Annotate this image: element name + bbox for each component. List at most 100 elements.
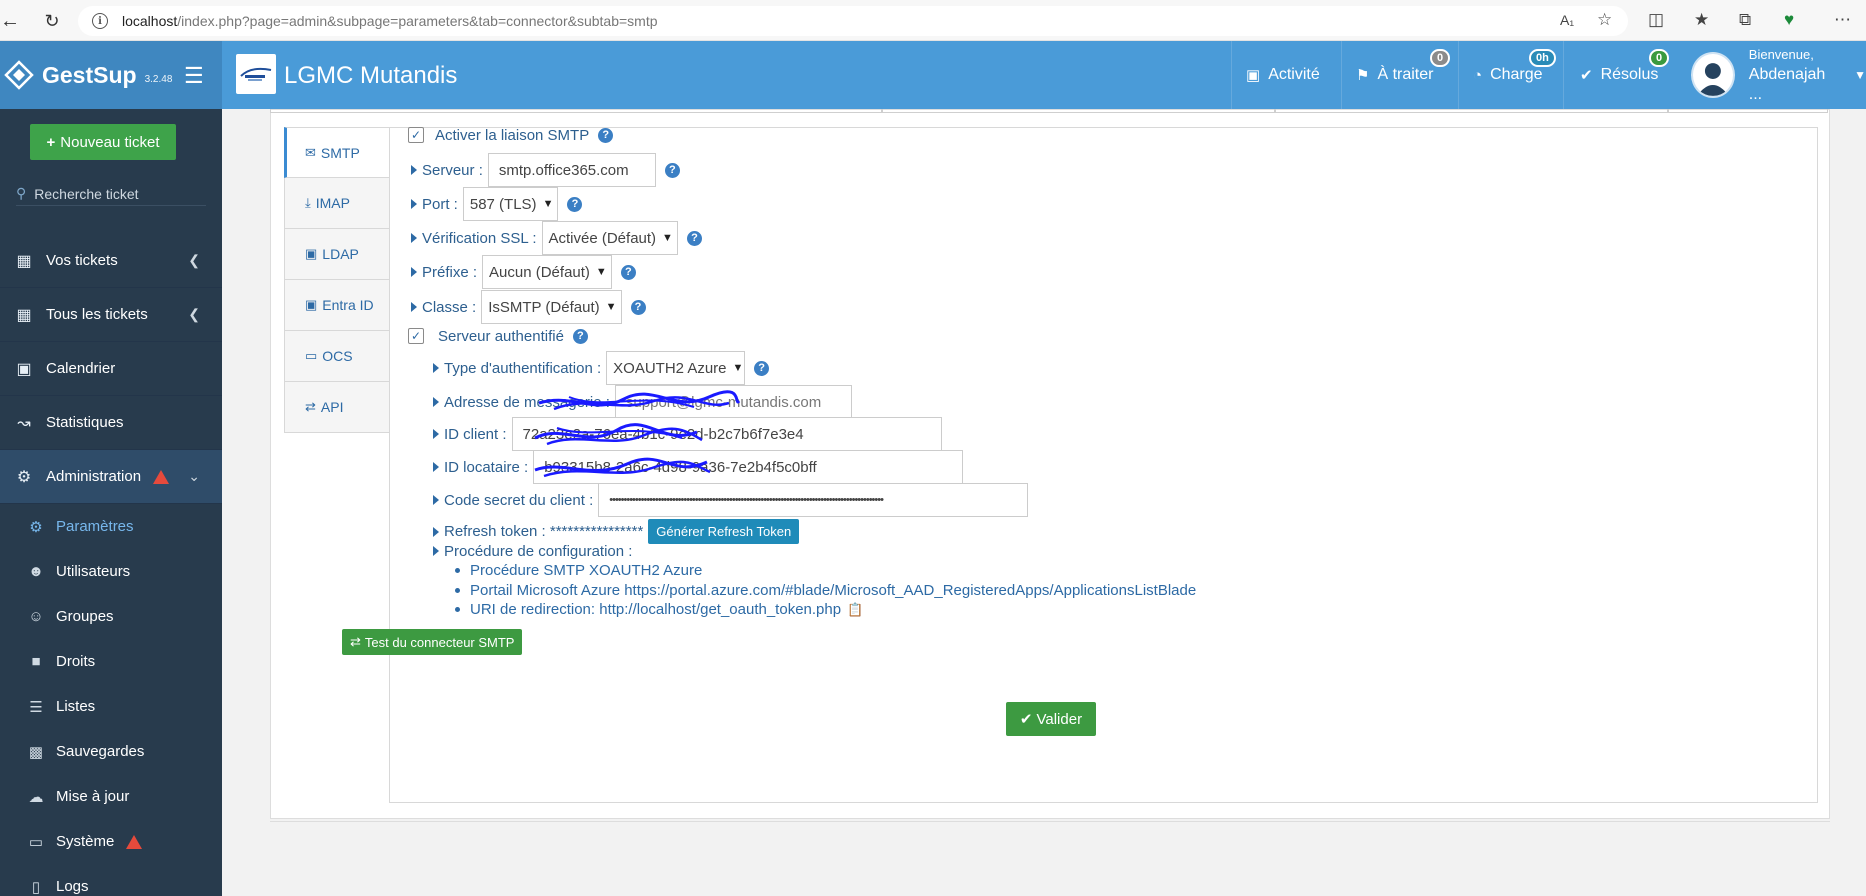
- link-azure-portal[interactable]: Portail Microsoft Azure https://portal.a…: [455, 582, 1196, 599]
- prefix-select[interactable]: Aucun (Défaut) ▼: [482, 255, 612, 289]
- nav-charge[interactable]: ◔ Charge 0h: [1458, 41, 1563, 109]
- plus-icon: +: [46, 133, 56, 151]
- nav-activite[interactable]: ▣ Activité: [1231, 41, 1341, 109]
- tab-imap[interactable]: ⤓ IMAP: [284, 178, 390, 229]
- chart-line-icon: ↝: [17, 414, 31, 432]
- help-icon[interactable]: ?: [686, 230, 702, 246]
- sidebar-sub-mise-a-jour[interactable]: ☁ Mise à jour: [0, 774, 222, 819]
- tab-smtp-label: SMTP: [320, 144, 360, 161]
- port-select[interactable]: 587 (TLS) ▼: [462, 187, 559, 221]
- mail-label: Adresse de messagerie :: [444, 393, 610, 411]
- prefix-selected: Aucun (Défaut): [489, 263, 590, 281]
- tenant-label: ID locataire :: [444, 458, 529, 476]
- sidebar-item-statistiques[interactable]: ↝ Statistiques: [0, 396, 222, 450]
- split-screen-icon[interactable]: ◫: [1648, 10, 1664, 30]
- book-icon: ▣: [305, 246, 318, 261]
- lock-icon: ■: [31, 653, 41, 670]
- refresh-label: Refresh token : ****************: [444, 523, 644, 540]
- back-icon[interactable]: ←: [0, 7, 24, 35]
- browser-toolbar: ← ↻ i localhost/index.php?page=admin&sub…: [0, 0, 1866, 41]
- auth-server-row: ✓ Serveur authentifié ?: [408, 327, 588, 345]
- tab-imap-label: IMAP: [315, 195, 350, 211]
- url-path: /index.php?page=admin&subpage=parameters…: [177, 13, 658, 29]
- chevron-down-icon[interactable]: ▼: [1854, 68, 1866, 82]
- sidebar-item-vos-tickets[interactable]: ▦ Vos tickets ❮: [0, 234, 222, 288]
- caret-right-icon: [433, 495, 439, 505]
- submit-label: Valider: [1036, 710, 1083, 728]
- help-icon[interactable]: ?: [630, 299, 646, 315]
- clipboard-icon[interactable]: 📋: [847, 602, 863, 618]
- site-info-icon[interactable]: i: [92, 13, 108, 29]
- prefix-label: Préfixe :: [422, 263, 478, 281]
- help-icon[interactable]: ?: [664, 162, 680, 178]
- nav-a-traiter[interactable]: ⚑ À traiter 0: [1341, 41, 1458, 109]
- procedure-row: Procédure de configuration :: [433, 542, 632, 560]
- test-smtp-button[interactable]: ⇄ Test du connecteur SMTP: [342, 629, 523, 655]
- ssl-select[interactable]: Activée (Défaut) ▼: [541, 221, 678, 255]
- favorite-star-icon[interactable]: ☆: [1597, 10, 1612, 30]
- sidebar-sub-logs[interactable]: ▯ Logs: [0, 864, 222, 896]
- caret-right-icon: [411, 267, 417, 277]
- sidebar-sub-utilisateurs[interactable]: ☻ Utilisateurs: [0, 549, 222, 594]
- tab-entra-id[interactable]: ▣ Entra ID: [284, 280, 390, 331]
- search-icon: ⚲: [16, 185, 27, 201]
- sidebar: + Nouveau ticket ⚲ Recherche ticket ▦ Vo…: [0, 109, 222, 896]
- sidebar-sub-droits[interactable]: ■ Droits: [0, 639, 222, 684]
- secret-field[interactable]: ••••••••••••••••••••••••••••••••••••••••…: [598, 483, 1029, 517]
- auth-server-checkbox[interactable]: ✓: [408, 328, 424, 344]
- favorites-icon[interactable]: ★: [1694, 10, 1709, 30]
- user-menu[interactable]: Bienvenue, Abdenajah ... ▼: [1691, 41, 1866, 109]
- ticket-icon: ▦: [16, 252, 32, 270]
- read-aloud-icon[interactable]: A₁: [1560, 12, 1574, 28]
- chevron-down-icon: ▼: [542, 198, 554, 210]
- help-icon[interactable]: ?: [620, 264, 636, 280]
- sidebar-sub-listes[interactable]: ☰ Listes: [0, 684, 222, 729]
- enable-smtp-checkbox[interactable]: ✓: [408, 127, 424, 143]
- username: Abdenajah ...: [1748, 66, 1826, 103]
- tab-ldap[interactable]: ▣ LDAP: [284, 229, 390, 280]
- sidebar-item-calendrier[interactable]: ▣ Calendrier: [0, 342, 222, 396]
- brand-version: 3.2.48: [144, 73, 173, 85]
- charge-badge: 0h: [1529, 49, 1556, 67]
- new-ticket-button[interactable]: + Nouveau ticket: [30, 124, 176, 160]
- sidebar-item-label: Administration: [46, 468, 142, 485]
- mail-field[interactable]: support@lgmc-mutandis.com: [614, 385, 852, 419]
- file-icon: ▯: [31, 878, 41, 896]
- tab-smtp[interactable]: ✉ SMTP: [284, 127, 390, 178]
- client-id-field[interactable]: 72a23e2a-76ea-4b1c-9e2d-b2c7b6f7e3e4: [511, 417, 942, 451]
- submit-button[interactable]: ✔ Valider: [1006, 702, 1096, 736]
- sidebar-sub-parametres[interactable]: ⚙ Paramètres: [0, 504, 222, 549]
- help-icon[interactable]: ?: [572, 328, 588, 344]
- help-icon[interactable]: ?: [754, 360, 770, 376]
- collections-icon[interactable]: ⧉: [1739, 10, 1751, 30]
- flag-icon: ⚑: [1356, 67, 1370, 84]
- menu-toggle-icon[interactable]: ☰: [184, 63, 204, 89]
- cloud-upload-icon: ☁: [28, 788, 44, 806]
- help-icon[interactable]: ?: [598, 127, 614, 143]
- tab-ldap-label: LDAP: [322, 246, 359, 262]
- address-bar[interactable]: i localhost/index.php?page=admin&subpage…: [78, 6, 1628, 36]
- server-field[interactable]: smtp.office365.com: [487, 153, 656, 187]
- browser-essentials-icon[interactable]: ♥: [1784, 10, 1794, 30]
- help-icon[interactable]: ?: [567, 196, 583, 212]
- tab-ocs[interactable]: ▭ OCS: [284, 331, 390, 382]
- tenant-field[interactable]: b93315b8-2a6c-4d98-9a36-7e2b4f5c0bff: [533, 450, 964, 484]
- tab-api[interactable]: ⇄ API: [284, 382, 390, 433]
- sidebar-sub-systeme[interactable]: ▭ Système: [0, 819, 222, 864]
- nav-resolus[interactable]: ✔ Résolus 0: [1563, 41, 1680, 109]
- class-select[interactable]: IsSMTP (Défaut) ▼: [481, 290, 622, 324]
- sidebar-sub-sauvegardes[interactable]: ▩ Sauvegardes: [0, 729, 222, 774]
- link-procedure[interactable]: Procédure SMTP XOAUTH2 Azure: [455, 562, 702, 579]
- more-menu-icon[interactable]: ⋯: [1834, 10, 1851, 30]
- sidebar-item-administration[interactable]: ⚙ Administration ⌄: [0, 450, 222, 504]
- reload-icon[interactable]: ↻: [38, 7, 66, 35]
- sidebar-item-label: Statistiques: [46, 414, 124, 431]
- auth-type-select[interactable]: XOAUTH2 Azure ▼: [606, 351, 746, 385]
- connector-tabs: ✉ SMTP ⤓ IMAP ▣ LDAP ▣ Entra ID ▭ OCS ⇄ API: [284, 127, 390, 436]
- generate-refresh-token-button[interactable]: Générer Refresh Token: [648, 519, 800, 544]
- sidebar-sub-groupes[interactable]: ☺ Groupes: [0, 594, 222, 639]
- exchange-icon: ⇄: [350, 634, 361, 649]
- link-redirect-uri[interactable]: URI de redirection: http://localhost/get…: [455, 601, 863, 618]
- sidebar-item-tous-tickets[interactable]: ▦ Tous les tickets ❮: [0, 288, 222, 342]
- search-input[interactable]: ⚲ Recherche ticket: [16, 182, 206, 206]
